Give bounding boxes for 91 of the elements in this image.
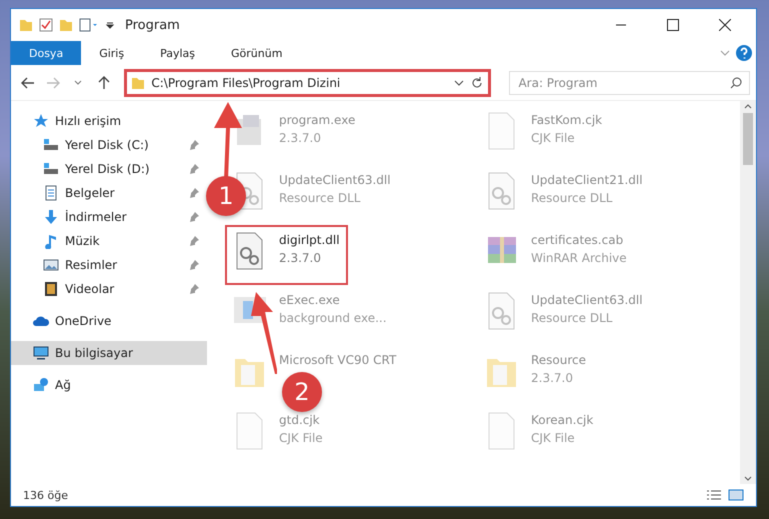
file-detail: 2.3.7.0 [531, 371, 574, 385]
sidebar-label: Müzik [65, 234, 101, 248]
file-name: UpdateClient21.dll [531, 173, 643, 187]
dropdown-icon[interactable] [454, 78, 464, 86]
sidebar-item[interactable]: Hızlı erişim [11, 109, 207, 133]
close-icon [719, 19, 731, 31]
ribbon-tab[interactable]: Giriş [81, 41, 142, 65]
scroll-down-icon[interactable] [744, 476, 752, 482]
pin-icon [189, 164, 199, 174]
window-title: Program [125, 18, 180, 32]
download-icon [43, 209, 59, 225]
right-arrow-icon [46, 76, 60, 88]
sidebar-item[interactable]: Resimler [11, 253, 207, 277]
sidebar-item[interactable]: Belgeler [11, 181, 207, 205]
maximize-icon [667, 19, 679, 31]
chevron-down-icon [74, 80, 82, 86]
pin-icon [189, 236, 199, 246]
file-detail: Resource DLL [279, 191, 362, 205]
video-icon [43, 281, 59, 297]
sidebar-label: Yerel Disk (C:) [65, 138, 150, 152]
search-field[interactable]: Ara: Program [509, 70, 750, 94]
file-name: gtd.cjk [279, 413, 321, 427]
document-icon [43, 185, 59, 201]
sidebar-item[interactable]: İndirmeler [11, 205, 207, 229]
up-arrow-icon [98, 76, 110, 90]
file-detail: 2.3.7.0 [279, 251, 322, 265]
file-name: certificates.cab [531, 233, 624, 247]
drive-icon [43, 161, 59, 177]
file-name: program.exe [279, 113, 356, 127]
pin-icon [189, 284, 199, 294]
search-icon [730, 76, 742, 88]
scroll-up-icon[interactable] [744, 103, 752, 109]
properties-icon[interactable] [79, 18, 99, 32]
ribbon-tab[interactable]: Dosya [11, 41, 82, 65]
file-detail: WinRAR Archive [531, 251, 627, 265]
sidebar-label: Yerel Disk (D:) [65, 162, 151, 176]
checklist-icon[interactable] [39, 18, 53, 32]
file-detail: 2.3.7.0 [279, 131, 322, 145]
pin-icon [189, 140, 199, 150]
sidebar-label: Resimler [65, 258, 118, 272]
sidebar-item[interactable]: Videolar [11, 277, 207, 301]
folder-icon [131, 76, 146, 90]
sidebar-label: Videolar [65, 282, 116, 296]
sidebar-item[interactable]: Bu bilgisayar [11, 341, 207, 365]
scrollbar-thumb[interactable] [743, 113, 753, 165]
music-icon [43, 233, 59, 249]
file-name: Resource [531, 353, 586, 367]
file-name: FastKom.cjk [531, 113, 602, 127]
folder-icon [19, 18, 33, 32]
sidebar-item[interactable]: Yerel Disk (C:) [11, 133, 207, 157]
sidebar-label: Bu bilgisayar [55, 346, 134, 360]
pin-icon [189, 188, 199, 198]
file-detail: CJK File [279, 431, 323, 445]
file-name: UpdateClient63.dll [531, 293, 643, 307]
drive-icon [43, 137, 59, 153]
sidebar-item[interactable]: OneDrive [11, 309, 207, 333]
network-icon [33, 377, 49, 393]
file-name: Korean.cjk [531, 413, 594, 427]
sidebar-label: Hızlı erişim [55, 114, 122, 128]
pin-icon [189, 260, 199, 270]
ribbon-tab[interactable]: Paylaş [142, 41, 213, 65]
sidebar-label: İndirmeler [65, 210, 128, 224]
details-view-icon[interactable] [706, 489, 722, 501]
file-detail: CJK File [531, 431, 576, 445]
sidebar-item[interactable]: Müzik [11, 229, 207, 253]
file-name: Microsoft VC90 CRT [279, 353, 396, 367]
sidebar-item[interactable]: Yerel Disk (D:) [11, 157, 207, 181]
file-detail: background exe... [279, 311, 387, 325]
dropdown-icon[interactable] [105, 20, 115, 30]
file-detail: Resource DLL [531, 311, 614, 325]
item-count: 136 öğe [23, 488, 68, 502]
ribbon-tab[interactable]: Görünüm [213, 41, 300, 65]
file-detail: CJK File [531, 131, 576, 145]
star-icon [33, 113, 49, 129]
sidebar-label: OneDrive [55, 314, 112, 328]
sidebar-label: Belgeler [65, 186, 116, 200]
large-icons-view-icon[interactable] [728, 489, 744, 501]
vertical-scrollbar[interactable] [740, 101, 756, 484]
refresh-icon[interactable] [470, 76, 484, 90]
sidebar-label: Ağ [55, 378, 72, 392]
file-name: UpdateClient63.dll [279, 173, 391, 187]
left-arrow-icon [20, 76, 35, 88]
picture-icon [43, 257, 59, 273]
file-name: eExec.exe [279, 293, 341, 307]
file-name: digirlpt.dll [279, 233, 340, 247]
sidebar-item[interactable]: Ağ [11, 373, 207, 397]
file-detail: Resource DLL [531, 191, 614, 205]
computer-icon [33, 345, 49, 361]
pin-icon [189, 212, 199, 222]
file-item[interactable]: digirlpt.dll 2.3.7.0 [225, 225, 348, 285]
address-field[interactable]: C:\Program Files\Program Dizini [124, 68, 492, 96]
